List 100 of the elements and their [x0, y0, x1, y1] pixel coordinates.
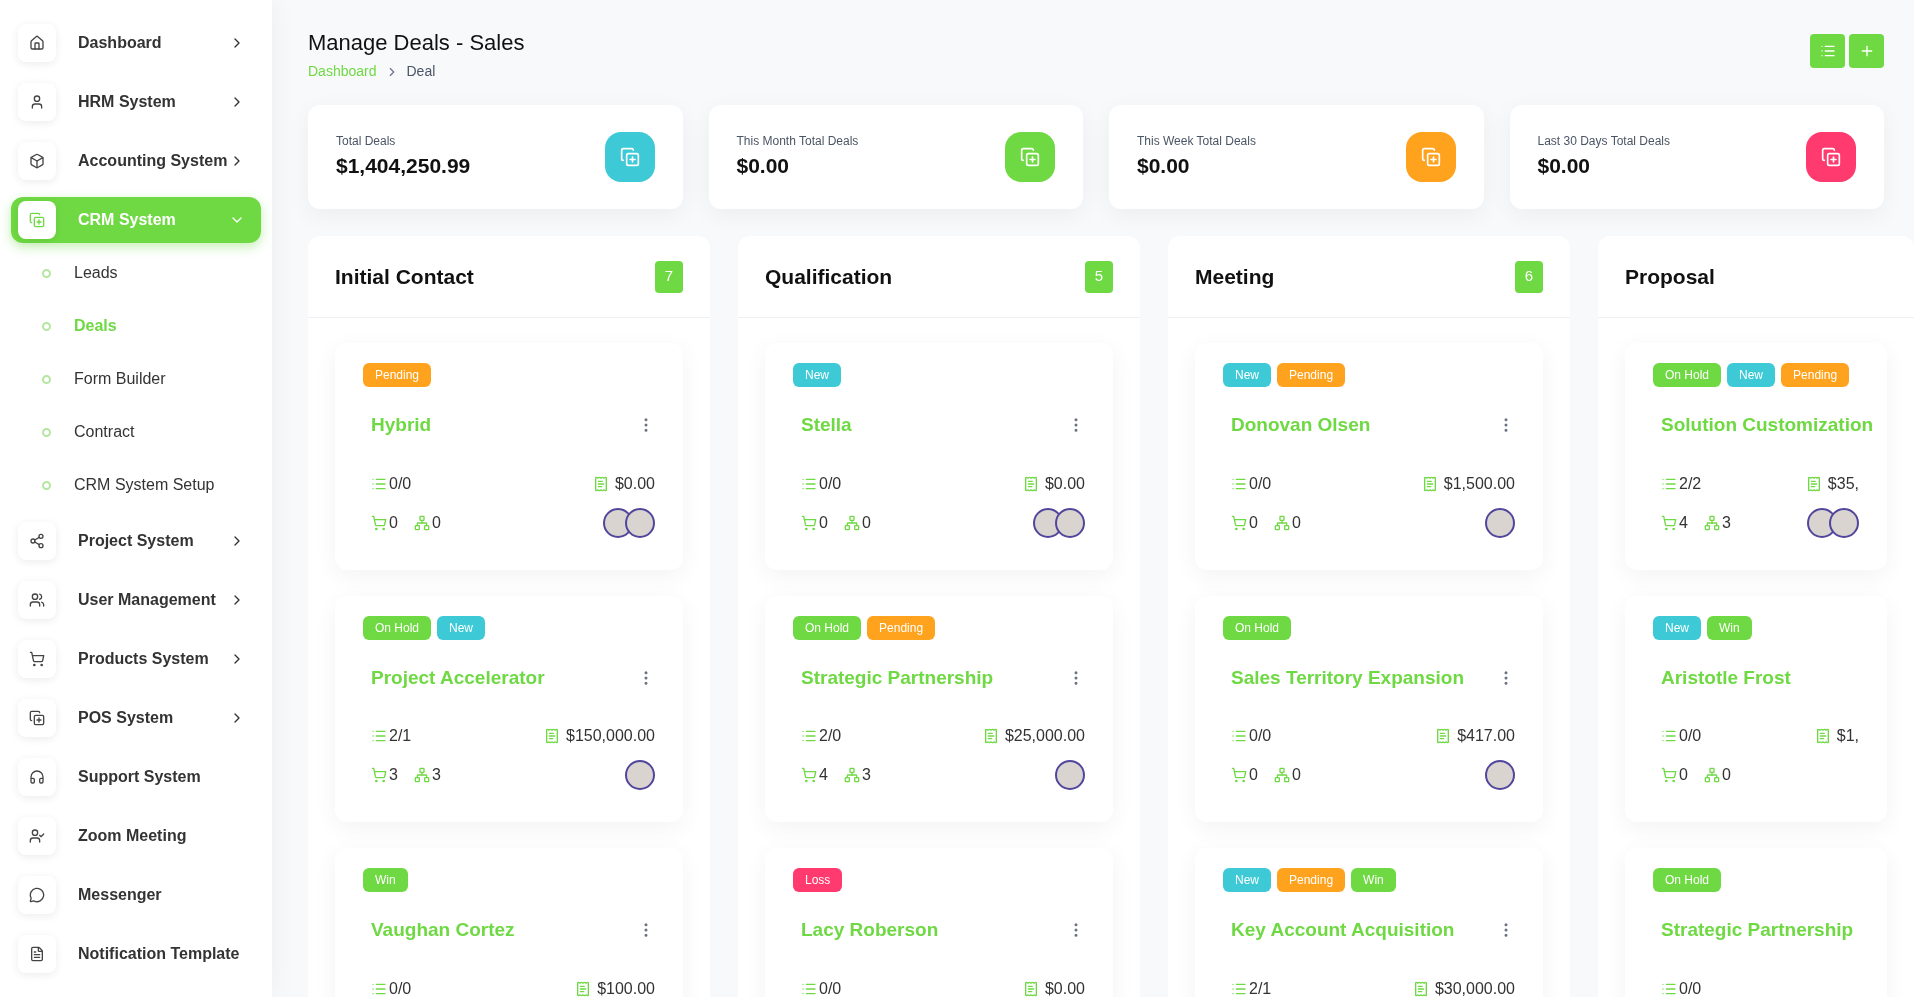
stat-value: $0.00 [1137, 153, 1191, 180]
column-title: Proposal [1625, 263, 1715, 290]
avatar [625, 760, 655, 790]
source-count: 3 [1721, 512, 1731, 533]
sidebar-item[interactable]: Project System [11, 518, 261, 564]
status-tag: On Hold [1653, 868, 1722, 892]
status-tag: Loss [793, 868, 843, 892]
nodes-icon [1273, 514, 1290, 531]
source-count: 0 [431, 512, 441, 533]
squares-plus-icon [1020, 147, 1040, 167]
status-tag: New [437, 615, 486, 640]
status-tag: New [1223, 363, 1271, 387]
receipt-icon [1435, 728, 1452, 744]
users-icon [29, 592, 45, 608]
nodes-icon [1703, 514, 1720, 531]
house-icon [29, 35, 45, 51]
task-count: 0/0 [1679, 726, 1702, 746]
squares-plus-icon [1821, 147, 1841, 167]
task-count: 0/0 [1249, 726, 1272, 746]
product-count: 0 [819, 512, 828, 533]
status-tag: On Hold [1223, 615, 1292, 640]
status-tag: New [1727, 363, 1776, 387]
status-tag: Win [363, 868, 408, 892]
nodes-icon [843, 767, 860, 783]
squares-plus-icon [619, 147, 640, 167]
deal-price: $1, [1836, 726, 1859, 746]
task-count: 2/1 [1249, 978, 1272, 997]
sidebar-item[interactable]: HRM System [11, 79, 261, 125]
cube-icon [29, 153, 45, 169]
list-icon [1231, 728, 1247, 744]
stat-value: $0.00 [1537, 153, 1592, 180]
avatar [1055, 760, 1085, 790]
user-check-icon [29, 828, 45, 844]
sidebar-item[interactable]: Messenger [11, 872, 261, 918]
circle-bullet-icon [42, 480, 51, 490]
deal-price: $0.00 [614, 473, 655, 494]
document-icon [29, 946, 45, 962]
sidebar-item[interactable]: Zoom Meeting [11, 813, 261, 859]
nodes-icon [843, 514, 860, 531]
submenu-item[interactable]: Leads [11, 261, 261, 285]
deal-price: $25,000.00 [1004, 726, 1085, 746]
deal-price: $100.00 [597, 978, 655, 997]
source-count: 0 [861, 512, 871, 533]
deal-price: $35, [1827, 473, 1859, 494]
receipt-icon [1805, 475, 1822, 492]
circle-bullet-icon [42, 268, 51, 278]
user-icon [29, 94, 45, 110]
sidebar-item[interactable]: User Management [11, 577, 261, 623]
page-title: Manage Deals - Sales [308, 29, 525, 57]
task-count: 0/0 [819, 978, 842, 997]
product-count: 4 [819, 765, 828, 785]
stat-value: $0.00 [736, 153, 791, 180]
receipt-icon [1814, 728, 1831, 744]
cart-icon [801, 514, 817, 531]
list-icon [1819, 43, 1836, 59]
sidebar-item[interactable]: Support System [11, 754, 261, 800]
status-tag: New [793, 363, 841, 387]
task-count: 0/0 [1249, 473, 1272, 494]
share-icon [29, 533, 45, 549]
product-count: 3 [389, 765, 398, 785]
status-tag: Pending [1781, 363, 1850, 387]
product-count: 0 [1249, 512, 1258, 533]
status-tag: Win [1707, 615, 1752, 640]
submenu-item[interactable]: Contract [11, 420, 261, 444]
sidebar-item[interactable]: POS System [11, 695, 261, 741]
stat-label: This Month Total Deals [736, 133, 859, 151]
sidebar-item[interactable]: Products System [11, 636, 261, 682]
cart-icon [371, 767, 387, 783]
source-count: 0 [1721, 765, 1731, 785]
submenu-item[interactable]: CRM System Setup [11, 473, 261, 497]
nodes-icon [413, 767, 430, 783]
nodes-icon [1703, 767, 1720, 783]
cart-icon [1231, 514, 1247, 531]
list-icon [1661, 728, 1677, 744]
source-count: 3 [431, 765, 441, 785]
sidebar-item[interactable]: Accounting System [11, 138, 261, 184]
count-badge: 6 [1515, 260, 1543, 293]
status-tag: New [1653, 615, 1701, 640]
count-badge: 5 [1085, 260, 1113, 293]
status-tag: Pending [363, 363, 432, 387]
submenu-item[interactable]: Form Builder [11, 367, 261, 391]
squares-plus-icon [29, 212, 45, 228]
deal-price: $1,500.00 [1443, 473, 1515, 494]
task-count: 2/2 [1679, 473, 1702, 494]
squares-plus-icon [1420, 147, 1441, 167]
task-count: 2/0 [819, 726, 842, 746]
circle-bullet-icon [42, 321, 51, 331]
product-count: 0 [1249, 765, 1258, 785]
sidebar-item[interactable]: Notification Template [11, 931, 261, 977]
cart-icon [29, 651, 45, 667]
sidebar-item[interactable]: Dashboard [11, 20, 261, 66]
status-tag: Win [1351, 868, 1396, 892]
chat-icon [29, 887, 45, 903]
receipt-icon [592, 475, 609, 492]
product-count: 0 [1679, 765, 1688, 785]
receipt-icon [575, 980, 592, 997]
source-count: 0 [1291, 512, 1301, 533]
task-count: 0/0 [819, 473, 842, 494]
receipt-icon [1412, 980, 1429, 997]
receipt-icon [544, 728, 560, 744]
